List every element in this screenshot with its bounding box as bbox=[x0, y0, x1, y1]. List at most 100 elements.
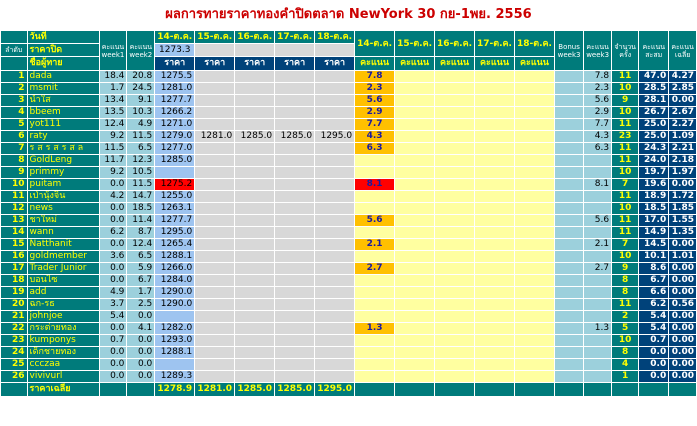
price-cell[interactable] bbox=[194, 166, 236, 179]
price-cell[interactable] bbox=[274, 250, 316, 263]
price-cell[interactable] bbox=[194, 82, 236, 95]
player-name[interactable]: puitam bbox=[26, 178, 100, 191]
price-cell[interactable] bbox=[234, 166, 276, 179]
price-cell[interactable] bbox=[274, 334, 316, 347]
price-cell[interactable] bbox=[234, 334, 276, 347]
price-cell[interactable]: 1277.7 bbox=[154, 214, 196, 227]
player-name[interactable]: dada bbox=[26, 70, 100, 83]
player-name[interactable]: Trader Junior bbox=[26, 262, 100, 275]
price-cell[interactable] bbox=[194, 358, 236, 371]
player-name[interactable]: ชาใหม่ bbox=[26, 214, 100, 227]
price-cell[interactable] bbox=[234, 142, 276, 155]
player-name[interactable]: kumponys bbox=[26, 334, 100, 347]
player-name[interactable]: น้ำใส bbox=[26, 94, 100, 107]
price-cell[interactable]: 1281.0 bbox=[194, 130, 236, 143]
price-cell[interactable] bbox=[314, 70, 356, 83]
price-cell[interactable] bbox=[314, 178, 356, 191]
price-cell[interactable] bbox=[274, 82, 316, 95]
price-cell[interactable] bbox=[194, 370, 236, 383]
price-cell[interactable]: 1288.1 bbox=[154, 250, 196, 263]
price-cell[interactable] bbox=[194, 70, 236, 83]
price-cell[interactable] bbox=[274, 190, 316, 203]
player-name[interactable]: เป่านุ้งจิ้น bbox=[26, 190, 100, 203]
price-cell[interactable] bbox=[314, 286, 356, 299]
price-cell[interactable] bbox=[314, 190, 356, 203]
price-cell[interactable] bbox=[314, 310, 356, 323]
price-cell[interactable] bbox=[194, 226, 236, 239]
player-name[interactable]: ccczaa bbox=[26, 358, 100, 371]
price-cell[interactable] bbox=[314, 154, 356, 167]
price-cell[interactable] bbox=[314, 322, 356, 335]
price-cell[interactable] bbox=[274, 118, 316, 131]
player-name[interactable]: เด็กชายทอง bbox=[26, 346, 100, 359]
price-cell[interactable] bbox=[194, 322, 236, 335]
price-cell[interactable]: 1275.5 bbox=[154, 70, 196, 83]
price-cell[interactable] bbox=[314, 142, 356, 155]
price-cell[interactable] bbox=[234, 250, 276, 263]
player-name[interactable]: บอนไซ bbox=[26, 274, 100, 287]
price-cell[interactable] bbox=[194, 238, 236, 251]
player-name[interactable]: vivivurl bbox=[26, 370, 100, 383]
price-cell[interactable] bbox=[194, 310, 236, 323]
price-cell[interactable] bbox=[234, 118, 276, 131]
price-cell[interactable] bbox=[314, 226, 356, 239]
price-cell[interactable] bbox=[274, 238, 316, 251]
price-cell[interactable] bbox=[314, 298, 356, 311]
price-cell[interactable]: 1263.1 bbox=[154, 202, 196, 215]
player-name[interactable]: johnjoe bbox=[26, 310, 100, 323]
price-cell[interactable] bbox=[274, 214, 316, 227]
price-cell[interactable] bbox=[234, 358, 276, 371]
player-name[interactable]: bbeem bbox=[26, 106, 100, 119]
price-cell[interactable] bbox=[234, 322, 276, 335]
price-cell[interactable]: 1290.0 bbox=[154, 286, 196, 299]
price-cell[interactable] bbox=[314, 274, 356, 287]
price-cell[interactable] bbox=[194, 190, 236, 203]
price-cell[interactable] bbox=[194, 298, 236, 311]
price-cell[interactable]: 1295.0 bbox=[154, 226, 196, 239]
price-cell[interactable]: 1281.0 bbox=[154, 82, 196, 95]
price-cell[interactable] bbox=[194, 250, 236, 263]
price-cell[interactable] bbox=[274, 226, 316, 239]
price-cell[interactable] bbox=[154, 358, 196, 371]
player-name[interactable]: news bbox=[26, 202, 100, 215]
player-name[interactable]: กระต่ายทอง bbox=[26, 322, 100, 335]
price-cell[interactable] bbox=[194, 262, 236, 275]
price-cell[interactable] bbox=[314, 106, 356, 119]
price-cell[interactable] bbox=[234, 106, 276, 119]
price-cell[interactable] bbox=[314, 202, 356, 215]
price-cell[interactable] bbox=[274, 298, 316, 311]
player-name[interactable]: yot111 bbox=[26, 118, 100, 131]
price-cell[interactable]: 1266.0 bbox=[154, 262, 196, 275]
price-cell[interactable]: 1289.3 bbox=[154, 370, 196, 383]
price-cell[interactable] bbox=[274, 166, 316, 179]
price-cell[interactable] bbox=[234, 70, 276, 83]
price-cell[interactable] bbox=[194, 142, 236, 155]
price-cell[interactable] bbox=[234, 238, 276, 251]
price-cell[interactable] bbox=[314, 94, 356, 107]
price-cell[interactable] bbox=[234, 370, 276, 383]
price-cell[interactable] bbox=[314, 214, 356, 227]
price-cell[interactable] bbox=[194, 106, 236, 119]
price-cell[interactable]: 1288.1 bbox=[154, 346, 196, 359]
price-cell[interactable]: 1271.0 bbox=[154, 118, 196, 131]
price-cell[interactable]: 1266.2 bbox=[154, 106, 196, 119]
price-cell[interactable] bbox=[274, 274, 316, 287]
player-name[interactable]: ร ส ร ส ร ส ล bbox=[26, 142, 100, 155]
price-cell[interactable] bbox=[314, 358, 356, 371]
price-cell[interactable] bbox=[274, 178, 316, 191]
price-cell[interactable] bbox=[234, 154, 276, 167]
price-cell[interactable] bbox=[194, 346, 236, 359]
price-cell[interactable]: 1293.0 bbox=[154, 334, 196, 347]
price-cell[interactable] bbox=[274, 94, 316, 107]
price-cell[interactable] bbox=[194, 154, 236, 167]
player-name[interactable]: msmit bbox=[26, 82, 100, 95]
price-cell[interactable] bbox=[194, 94, 236, 107]
player-name[interactable]: goldmember bbox=[26, 250, 100, 263]
price-cell[interactable] bbox=[234, 310, 276, 323]
player-name[interactable]: raty bbox=[26, 130, 100, 143]
price-cell[interactable] bbox=[234, 298, 276, 311]
price-cell[interactable] bbox=[194, 286, 236, 299]
price-cell[interactable] bbox=[274, 310, 316, 323]
price-cell[interactable] bbox=[234, 94, 276, 107]
price-cell[interactable] bbox=[314, 370, 356, 383]
